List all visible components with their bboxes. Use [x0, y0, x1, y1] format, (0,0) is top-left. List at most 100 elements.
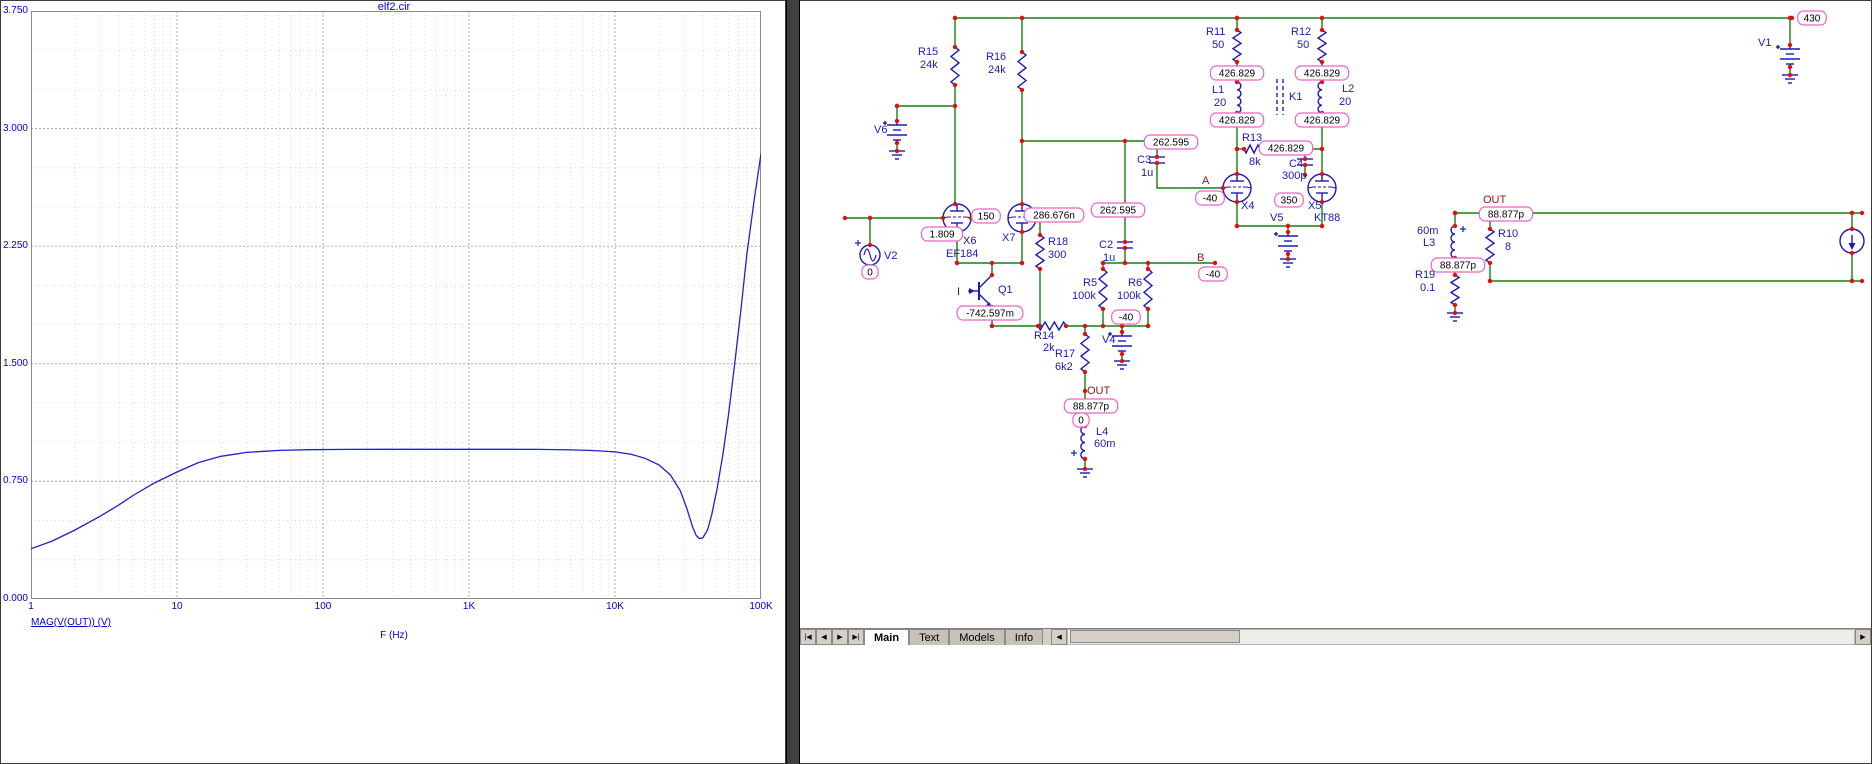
res-v-symbol-r15[interactable] [949, 46, 961, 86]
res-v-symbol-r11[interactable] [1231, 29, 1243, 63]
res-v-symbol-r12[interactable] [1316, 29, 1328, 63]
value-box[interactable]: -742.597m [956, 305, 1024, 321]
coupling-symbol-k1[interactable] [1276, 79, 1284, 115]
component-label[interactable]: 1u [1141, 167, 1153, 179]
plot-canvas[interactable] [31, 11, 761, 599]
component-label[interactable]: R14 [1034, 330, 1054, 342]
wire[interactable] [1156, 162, 1224, 189]
value-box[interactable]: 426.829 [1294, 65, 1350, 81]
battery-symbol-v5[interactable] [1274, 232, 1298, 254]
component-label[interactable]: 300 [1048, 249, 1066, 261]
value-box[interactable]: 0 [1072, 412, 1090, 428]
component-label[interactable]: 1u [1103, 252, 1115, 264]
page-nav-button-3[interactable]: ▶| [848, 629, 864, 645]
value-box[interactable]: 426.829 [1294, 112, 1350, 128]
tab-models[interactable]: Models [949, 629, 1005, 645]
component-label[interactable]: 100k [1117, 290, 1141, 302]
component-label[interactable]: R10 [1498, 228, 1518, 240]
value-box[interactable]: 88.877p [1478, 206, 1534, 222]
node-label[interactable]: OUT [1483, 194, 1507, 206]
component-label[interactable]: R16 [986, 51, 1006, 63]
battery-symbol-v1[interactable] [1776, 45, 1800, 67]
value-box[interactable]: 1.809 [920, 226, 964, 242]
component-label[interactable]: 50 [1212, 39, 1224, 51]
res-v-symbol-r6[interactable] [1142, 268, 1154, 310]
component-label[interactable]: 300p [1282, 170, 1306, 182]
component-label[interactable]: 6k2 [1055, 361, 1073, 373]
component-label[interactable]: 0.1 [1420, 282, 1435, 294]
ac-source-symbol-v2[interactable] [859, 244, 881, 266]
component-label[interactable]: X4 [1241, 200, 1254, 212]
component-label[interactable]: C3 [1137, 154, 1151, 166]
res-v-symbol-r19[interactable] [1449, 274, 1461, 306]
res-v-symbol-r17[interactable] [1079, 333, 1091, 373]
component-label[interactable]: R13 [1242, 132, 1262, 144]
node-label[interactable]: A [1202, 175, 1210, 187]
component-label[interactable]: V2 [884, 250, 897, 262]
ind-v-symbol-l1[interactable] [1236, 81, 1242, 114]
component-label[interactable]: 60m [1094, 438, 1115, 450]
scroll-right-button[interactable]: ▶ [1855, 629, 1871, 645]
value-box[interactable]: 0 [861, 264, 879, 280]
component-label[interactable]: KT88 [1314, 212, 1340, 224]
value-box[interactable]: 88.877p [1063, 398, 1119, 414]
trace-expression-label[interactable]: MAG(V(OUT)) (V) [31, 617, 111, 628]
component-label[interactable]: 24k [988, 64, 1006, 76]
component-label[interactable]: R5 [1083, 277, 1097, 289]
ind-v-symbol-l2[interactable] [1317, 81, 1323, 114]
node-label[interactable]: B [1197, 252, 1204, 264]
component-label[interactable]: 8k [1249, 156, 1261, 168]
page-nav-button-1[interactable]: ◀ [816, 629, 832, 645]
page-nav-button-0[interactable]: |◀ [800, 629, 816, 645]
res-v-symbol-r16[interactable] [1016, 51, 1028, 91]
component-label[interactable]: X7 [1002, 232, 1015, 244]
value-box[interactable]: 426.829 [1258, 140, 1314, 156]
component-label[interactable]: K1 [1289, 91, 1302, 103]
tab-info[interactable]: Info [1004, 629, 1044, 645]
component-label[interactable]: V5 [1270, 212, 1283, 224]
ind-v-symbol-l4[interactable] [1080, 425, 1086, 460]
value-box[interactable]: 88.877p [1430, 257, 1486, 273]
value-box[interactable]: 426.829 [1209, 112, 1265, 128]
scroll-track[interactable] [1067, 629, 1855, 645]
component-label[interactable]: R15 [918, 46, 938, 58]
res-v-symbol-r5[interactable] [1097, 268, 1109, 310]
page-nav-button-2[interactable]: ▶ [832, 629, 848, 645]
component-label[interactable]: Q1 [998, 284, 1013, 296]
component-label[interactable]: L2 [1342, 83, 1354, 95]
value-box[interactable]: 262.595 [1143, 134, 1199, 150]
component-label[interactable]: 20 [1339, 96, 1351, 108]
component-label[interactable]: R17 [1055, 348, 1075, 360]
component-label[interactable]: I [957, 286, 960, 298]
i-source-symbol-i1[interactable] [1839, 228, 1865, 254]
component-label[interactable]: EF184 [946, 248, 978, 260]
component-label[interactable]: 24k [920, 59, 938, 71]
component-label[interactable]: L1 [1212, 84, 1224, 96]
schematic-canvas[interactable]: 150 1.809 286.676n -742.597m 0 262.595 262.595… [800, 1, 1872, 628]
component-label[interactable]: 50 [1297, 39, 1309, 51]
component-label[interactable]: 60m [1417, 225, 1438, 237]
value-box[interactable]: -40 [1111, 309, 1141, 325]
value-box[interactable]: 350 [1274, 192, 1304, 208]
value-box[interactable]: 150 [971, 208, 1001, 224]
component-label[interactable]: C2 [1099, 239, 1113, 251]
component-label[interactable]: 20 [1214, 97, 1226, 109]
tab-text[interactable]: Text [909, 629, 950, 645]
value-box[interactable]: 430 [1797, 10, 1827, 26]
component-label[interactable]: V4 [1102, 334, 1115, 346]
value-box[interactable]: 262.595 [1090, 202, 1146, 218]
panel-splitter[interactable] [786, 0, 800, 764]
component-label[interactable]: 2k [1043, 342, 1055, 354]
component-label[interactable]: L4 [1096, 426, 1108, 438]
component-label[interactable]: R19 [1415, 269, 1435, 281]
component-label[interactable]: V6 [874, 124, 887, 136]
npn-symbol-q1[interactable] [968, 274, 993, 308]
component-label[interactable]: R6 [1128, 277, 1142, 289]
component-label[interactable]: X5 [1308, 200, 1321, 212]
component-label[interactable]: V1 [1758, 37, 1771, 49]
horizontal-scrollbar[interactable]: ◀ ▶ [1051, 629, 1871, 645]
component-label[interactable]: L3 [1423, 237, 1435, 249]
res-v-symbol-r18[interactable] [1034, 234, 1046, 270]
scroll-thumb[interactable] [1070, 630, 1241, 643]
component-label[interactable]: R11 [1206, 26, 1225, 38]
